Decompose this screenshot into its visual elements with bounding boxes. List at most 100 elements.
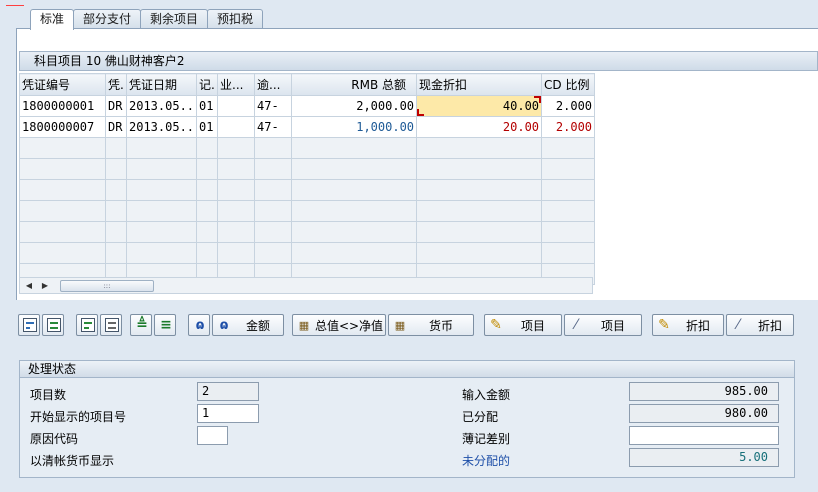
col-business-area[interactable]: 业... — [217, 73, 256, 96]
clearing-currency-label[interactable]: 以清帐货币显示 — [30, 452, 114, 469]
calculator-icon: ▦ — [298, 318, 310, 332]
edit-item-button[interactable]: ✎ 项目 — [484, 314, 562, 336]
table-row[interactable]: 1800000007 DR 2013.05.. 01 47- 1,000.00 … — [19, 116, 596, 138]
deactivate-items-button[interactable] — [100, 314, 122, 336]
activate-items-button[interactable] — [76, 314, 98, 336]
col-rmb-amount[interactable]: RMB 总额 — [291, 73, 418, 96]
col-doc-number[interactable]: 凭证编号 — [19, 73, 106, 96]
calculator-icon: ▦ — [394, 318, 406, 332]
cell-business-area[interactable] — [217, 116, 256, 138]
assigned-label: 已分配 — [462, 410, 499, 424]
pencil-icon: ✎ — [490, 317, 502, 333]
pencil-icon: ✎ — [658, 317, 670, 333]
cell-doc-type[interactable]: DR — [105, 95, 127, 117]
cell-overdue[interactable]: 47- — [254, 95, 293, 117]
empty-row — [19, 200, 596, 222]
start-item-label: 开始显示的项目号 — [30, 410, 127, 424]
processing-status-group: 处理状态 项目数 2 开始显示的项目号 1 原因代码 以清帐货币显示 输入金额 … — [19, 360, 795, 478]
reason-code-label: 原因代码 — [30, 432, 79, 446]
col-overdue[interactable]: 逾... — [254, 73, 293, 96]
account-item-title: 科目项目 10 佛山财神客户2 — [19, 51, 818, 71]
items-table: 凭证编号 凭. 凭证日期 记. 业... 逾... RMB 总额 现金折扣 CD… — [19, 73, 596, 285]
reset-item-label: 项目 — [600, 318, 625, 333]
cell-doc-type[interactable]: DR — [105, 116, 127, 138]
cell-posting-key[interactable]: 01 — [196, 116, 219, 138]
edit-discount-label: 折扣 — [685, 318, 710, 333]
select-all-button[interactable] — [18, 314, 40, 336]
cell-cash-discount[interactable]: 20.00 — [416, 116, 543, 138]
cell-cd-percent[interactable]: 2.000 — [541, 95, 596, 117]
cell-cash-discount[interactable]: 40.00 — [416, 95, 543, 117]
cell-rmb-amount[interactable]: 1,000.00 — [291, 116, 418, 138]
sort-ascending-icon: ≜ — [136, 317, 148, 333]
cell-posting-key[interactable]: 01 — [196, 95, 219, 117]
currency-label: 货币 — [428, 318, 453, 333]
cell-rmb-amount[interactable]: 2,000.00 — [291, 95, 418, 117]
tab-partial-payment[interactable]: 部分支付 — [73, 9, 142, 29]
sort-descending-icon: ≡ — [160, 317, 172, 333]
table-header-row: 凭证编号 凭. 凭证日期 记. 业... 逾... RMB 总额 现金折扣 CD… — [19, 73, 596, 96]
horizontal-scrollbar[interactable]: ◀ ▶ ::: — [19, 277, 593, 294]
cell-cd-percent[interactable]: 2.000 — [541, 116, 596, 138]
reset-discount-label: 折扣 — [757, 318, 782, 333]
not-assigned-field: 5.00 — [629, 448, 779, 467]
sort-ascending-button[interactable]: ≜ — [130, 314, 152, 336]
tab-standard[interactable]: 标准 — [30, 9, 75, 30]
tab-withholding-tax[interactable]: 预扣税 — [207, 9, 264, 29]
not-assigned-label: 未分配的 — [462, 454, 511, 468]
binoculars-icon: ɷ — [219, 317, 229, 333]
posting-diff-label: 薄记差别 — [462, 432, 511, 446]
col-doc-date[interactable]: 凭证日期 — [125, 73, 198, 96]
posting-diff-field — [629, 426, 779, 445]
tab-residual-items[interactable]: 剩余项目 — [140, 9, 209, 29]
reason-code-input[interactable] — [197, 426, 228, 445]
cell-doc-date[interactable]: 2013.05.. — [125, 116, 198, 138]
scroll-right-icon[interactable]: ▶ — [40, 280, 50, 292]
col-cash-discount[interactable]: 现金折扣 — [416, 73, 543, 96]
col-posting-key[interactable]: 记. — [196, 73, 219, 96]
find-button[interactable]: ɷ — [188, 314, 210, 336]
deselect-all-button[interactable] — [42, 314, 64, 336]
find-amount-button[interactable]: ɷ 金额 — [212, 314, 284, 336]
magic-wand-icon: ⁄ — [574, 317, 578, 333]
entered-amount-label: 输入金额 — [462, 388, 511, 402]
reset-item-button[interactable]: ⁄ 项目 — [564, 314, 642, 336]
start-item-input[interactable]: 1 — [197, 404, 259, 423]
col-doc-type[interactable]: 凭. — [105, 73, 127, 96]
cell-overdue[interactable]: 47- — [254, 116, 293, 138]
deselect-all-icon — [45, 317, 63, 333]
scroll-thumb[interactable]: ::: — [60, 280, 154, 292]
edit-item-label: 项目 — [520, 318, 545, 333]
sort-descending-button[interactable]: ≡ — [154, 314, 176, 336]
deactivate-items-icon — [103, 317, 121, 333]
empty-row — [19, 221, 596, 243]
item-count-label: 项目数 — [30, 388, 67, 402]
cell-doc-number[interactable]: 1800000001 — [19, 95, 106, 117]
select-all-icon — [21, 317, 39, 333]
find-amount-label: 金额 — [245, 318, 270, 333]
gross-net-button[interactable]: ▦ 总值<>净值 — [292, 314, 386, 336]
empty-row — [19, 179, 596, 201]
empty-row — [19, 158, 596, 180]
edit-discount-button[interactable]: ✎ 折扣 — [652, 314, 724, 336]
currency-button[interactable]: ▦ 货币 — [388, 314, 474, 336]
items-panel: 科目项目 10 佛山财神客户2 凭证编号 凭. 凭证日期 记. 业... 逾..… — [16, 29, 818, 300]
col-cd-percent[interactable]: CD 比例 — [541, 73, 596, 96]
item-count-field: 2 — [197, 382, 259, 401]
cell-doc-number[interactable]: 1800000007 — [19, 116, 106, 138]
magic-wand-icon: ⁄ — [736, 317, 740, 333]
window-marker — [6, 5, 24, 6]
processing-status-title: 处理状态 — [20, 361, 794, 378]
cell-business-area[interactable] — [217, 95, 256, 117]
table-row[interactable]: 1800000001 DR 2013.05.. 01 47- 2,000.00 … — [19, 95, 596, 117]
cell-doc-date[interactable]: 2013.05.. — [125, 95, 198, 117]
empty-row — [19, 242, 596, 264]
assigned-field: 980.00 — [629, 404, 779, 423]
binoculars-icon: ɷ — [195, 317, 205, 333]
scroll-left-icon[interactable]: ◀ — [24, 280, 34, 292]
empty-row — [19, 137, 596, 159]
reset-discount-button[interactable]: ⁄ 折扣 — [726, 314, 794, 336]
entered-amount-field: 985.00 — [629, 382, 779, 401]
gross-net-label: 总值<>净值 — [314, 318, 384, 333]
tab-strip: 标准 部分支付 剩余项目 预扣税 — [30, 9, 264, 30]
